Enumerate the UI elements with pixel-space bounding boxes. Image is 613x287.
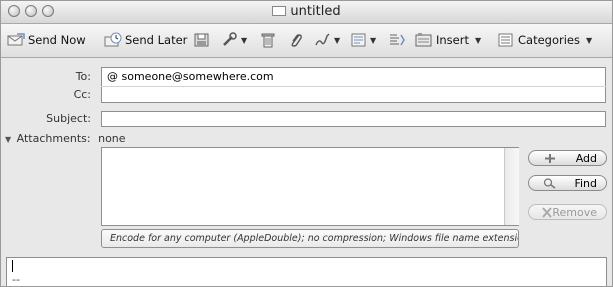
categories-icon — [497, 32, 515, 48]
wrench-icon — [221, 32, 239, 48]
format-icon — [350, 32, 368, 48]
attach-button[interactable] — [287, 30, 305, 50]
send-now-icon — [7, 32, 25, 48]
insert-button[interactable]: Insert ▼ — [415, 30, 481, 50]
encoding-options-button[interactable]: Encode for any computer (AppleDouble); n… — [101, 229, 519, 248]
signature-pen-icon — [314, 32, 332, 48]
trash-icon — [259, 32, 277, 48]
address-book-button[interactable]: ▼ — [221, 30, 247, 50]
priority-button[interactable] — [388, 30, 406, 50]
disclosure-triangle-icon[interactable]: ▼ — [5, 135, 11, 144]
priority-icon — [388, 32, 406, 48]
insert-icon — [415, 32, 433, 48]
title-bar: untitled — [1, 1, 612, 24]
to-label: To: — [75, 70, 91, 83]
to-recipient[interactable]: @ someone@somewhere.com — [107, 70, 274, 83]
send-later-icon — [104, 32, 122, 48]
chevron-down-icon: ▼ — [370, 35, 377, 45]
cc-label: Cc: — [73, 88, 91, 101]
chevron-down-icon: ▼ — [241, 35, 248, 45]
delete-button[interactable] — [259, 30, 277, 50]
add-icon — [545, 154, 555, 163]
attachments-value: none — [98, 132, 126, 145]
save-icon — [193, 32, 211, 48]
chevron-down-icon: ▼ — [334, 35, 341, 45]
categories-button[interactable]: Categories ▼ — [497, 30, 592, 50]
attachments-list[interactable] — [101, 147, 519, 226]
save-button[interactable] — [193, 30, 211, 50]
toolbar: Send Now Send Later ▼ ▼ ▼ Insert ▼ Categ… — [1, 24, 612, 58]
magnifier-icon — [543, 178, 556, 189]
document-icon — [272, 6, 287, 16]
attachments-header[interactable]: ▼ Attachments: none — [5, 132, 126, 145]
chevron-down-icon: ▼ — [586, 35, 593, 45]
send-now-button[interactable]: Send Now — [7, 30, 86, 50]
subject-label: Subject: — [46, 112, 91, 125]
text-cursor — [12, 260, 13, 272]
add-attachment-button[interactable]: Add — [528, 150, 607, 166]
signature-separator: -- — [12, 273, 20, 286]
find-attachment-button[interactable]: Find — [528, 175, 607, 191]
format-button[interactable]: ▼ — [350, 30, 376, 50]
message-body[interactable]: -- — [6, 257, 607, 286]
compose-window: untitled Send Now Send Later ▼ ▼ ▼ Inser… — [0, 0, 613, 287]
window-title: untitled — [1, 4, 612, 19]
remove-x-icon — [542, 207, 552, 218]
signature-button[interactable]: ▼ — [314, 30, 340, 50]
chevron-down-icon: ▼ — [474, 35, 482, 45]
to-field[interactable]: @ someone@somewhere.com — [101, 67, 606, 103]
attachments-scrollbar[interactable] — [504, 148, 519, 225]
paperclip-icon — [287, 32, 305, 48]
remove-attachment-button[interactable]: Remove — [528, 204, 607, 220]
subject-input[interactable] — [101, 111, 606, 127]
cc-divider — [101, 86, 606, 87]
send-later-button[interactable]: Send Later — [104, 30, 187, 50]
